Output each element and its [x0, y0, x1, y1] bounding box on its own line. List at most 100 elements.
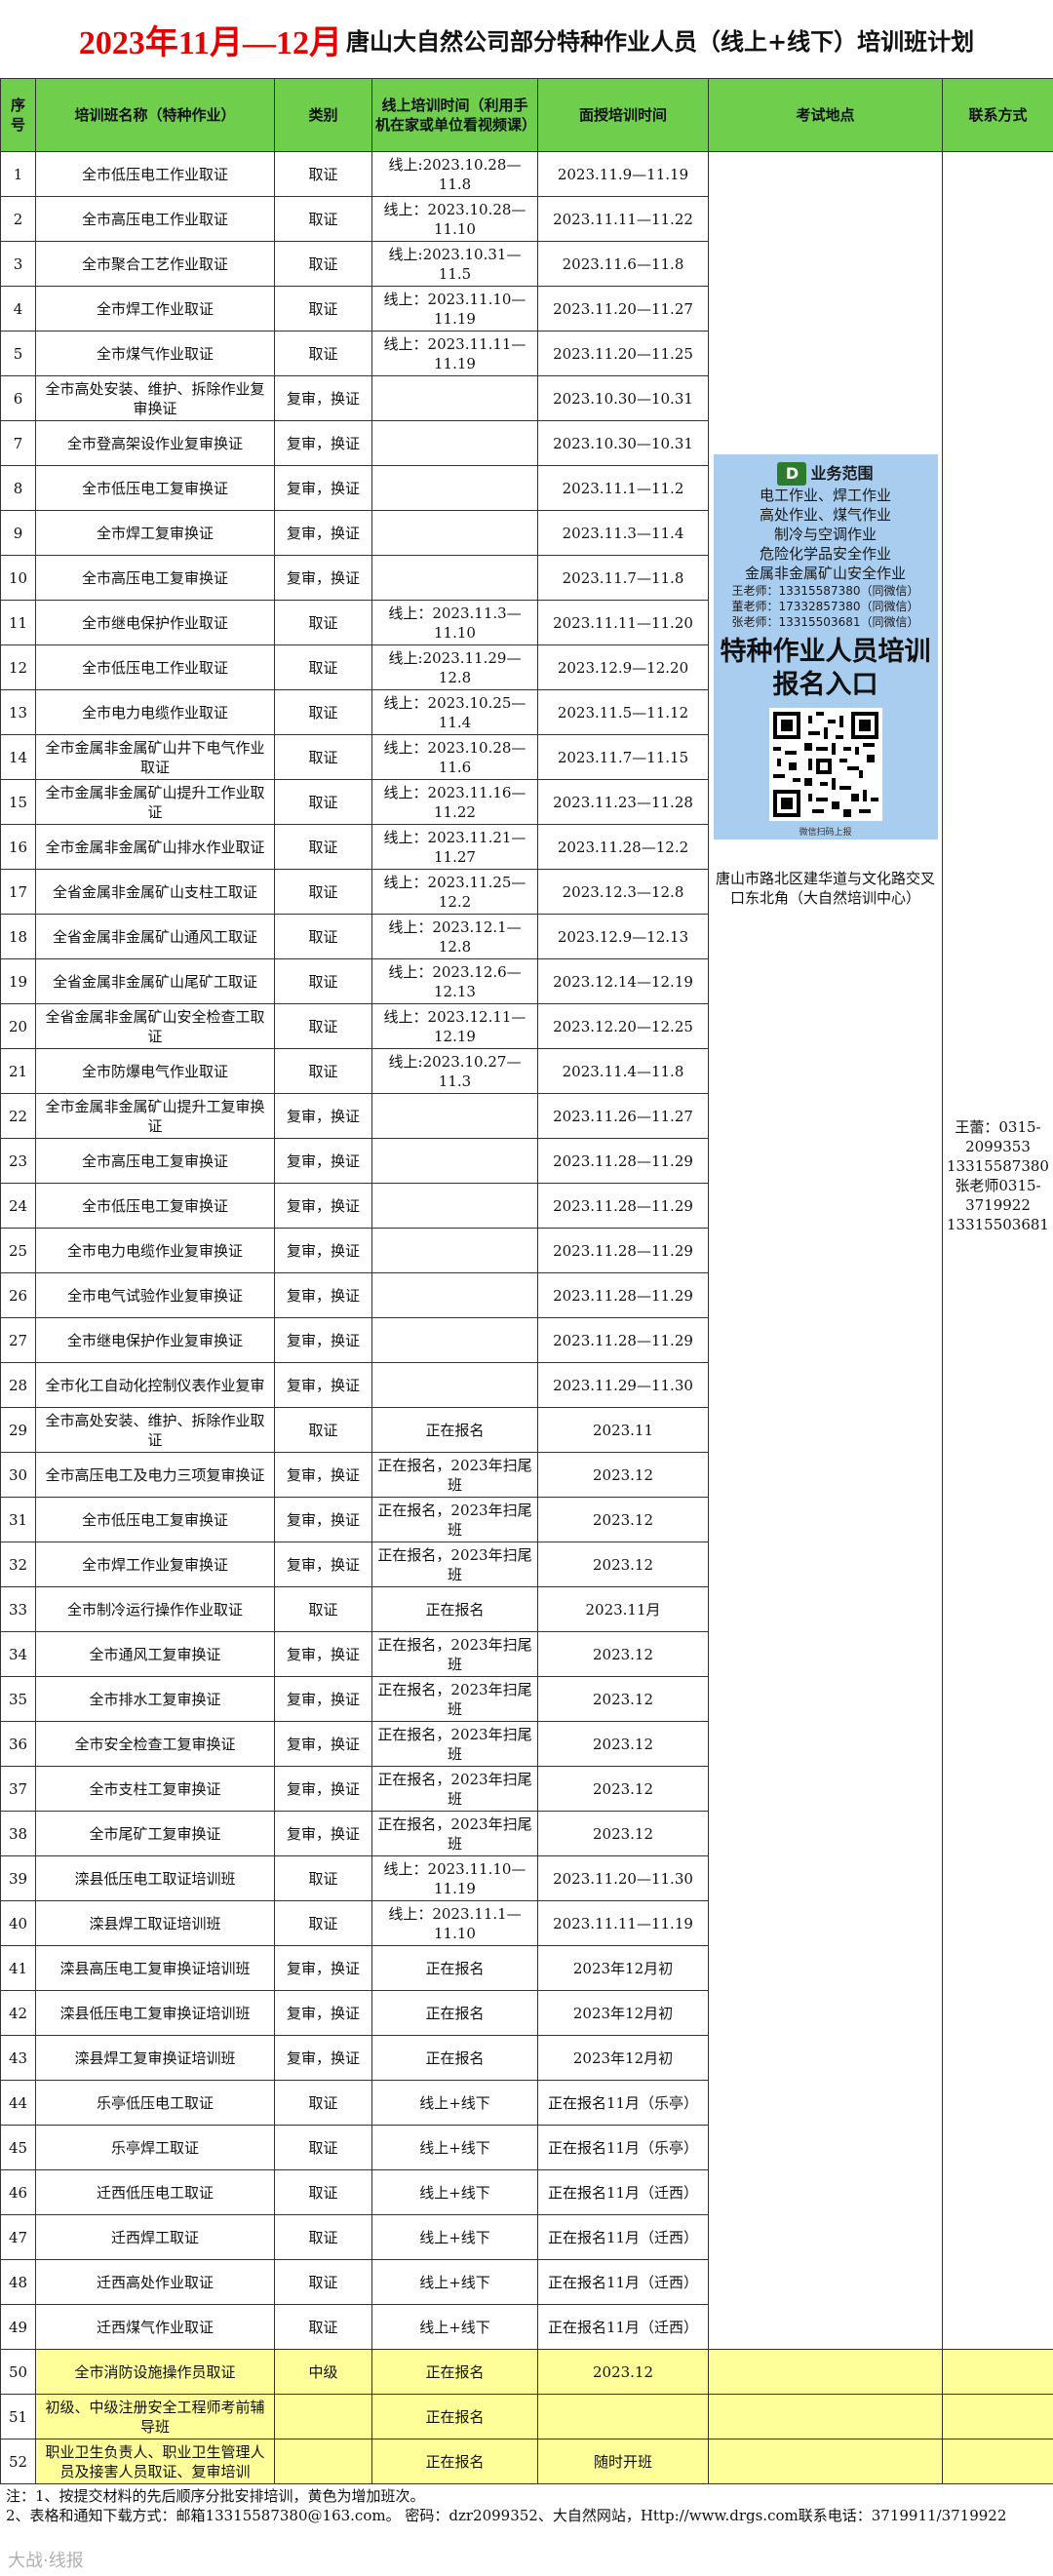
course-name: 全市高压电工及电力三项复审换证 — [35, 1452, 275, 1498]
category: 取证 — [274, 644, 372, 690]
course-name: 全市支柱工复审换证 — [35, 1766, 275, 1812]
category: 复审，换证 — [274, 1138, 372, 1184]
company-logo-icon: D — [777, 462, 807, 486]
table-row: 1 全市低压电工作业取证 取证 线上:2023.10.28—11.8 2023.11.9… — [0, 151, 1053, 2350]
offline-time: 2023.11 — [537, 1407, 709, 1453]
course-name: 全市消防设施操作员取证 — [35, 2349, 275, 2395]
course-name: 全市金属非金属矿山提升工作业取证 — [35, 779, 275, 825]
course-name: 全市继电保护作业复审换证 — [35, 1317, 275, 1363]
offline-time: 2023.12 — [537, 1811, 709, 1856]
title-text: 唐山大自然公司部分特种作业人员（线上+线下）培训班计划 — [346, 26, 975, 56]
empty-cell — [942, 2349, 1053, 2395]
offline-time: 2023.11.11—11.20 — [537, 600, 709, 645]
course-name: 全市通风工复审换证 — [35, 1631, 275, 1677]
category — [274, 2439, 372, 2484]
online-time: 线上+线下 — [371, 2125, 538, 2170]
online-time: 正在报名 — [371, 1586, 538, 1632]
row-number: 12 — [0, 644, 36, 690]
offline-time: 2023.11.29—11.30 — [537, 1362, 709, 1408]
offline-time: 2023.11.20—11.30 — [537, 1855, 709, 1901]
category: 复审，换证 — [274, 1452, 372, 1498]
category — [274, 2394, 372, 2439]
row-number: 32 — [0, 1542, 36, 1587]
course-name: 全市金属非金属矿山提升工复审换证 — [35, 1093, 275, 1139]
header-online: 线上培训时间（利用手机在家或单位看视频课） — [371, 78, 538, 152]
online-time — [371, 1272, 538, 1318]
course-name: 全市煤气作业取证 — [35, 331, 275, 376]
online-time: 线上+线下 — [371, 2169, 538, 2215]
table-body: 1 全市低压电工作业取证 取证 线上:2023.10.28—11.8 2023.11.9… — [0, 151, 1053, 2484]
offline-time: 正在报名11月（迁西） — [537, 2169, 709, 2215]
contact-text: 王蕾：0315-2099353 13315587380 张老师0315-3719… — [947, 1118, 1049, 1233]
row-number: 30 — [0, 1452, 36, 1498]
row-number: 34 — [0, 1631, 36, 1677]
course-name: 全市高压电工复审换证 — [35, 555, 275, 601]
offline-time: 2023.12 — [537, 2349, 709, 2395]
category: 复审，换证 — [274, 1631, 372, 1677]
offline-time: 2023.11.11—11.19 — [537, 1900, 709, 1946]
header-type: 类别 — [274, 78, 372, 152]
row-number: 1 — [0, 151, 36, 197]
qr-code-icon[interactable] — [768, 708, 882, 821]
course-name: 全市低压电工作业取证 — [35, 151, 275, 197]
online-time: 线上+线下 — [371, 2304, 538, 2350]
category: 取证 — [274, 689, 372, 735]
footnote-line: 注：1、按提交材料的先后顺序分批安排培训，黄色为增加班次。 — [6, 2487, 425, 2505]
header-exam: 考试地点 — [708, 78, 943, 152]
offline-time: 正在报名11月（乐亭） — [537, 2080, 709, 2126]
course-name: 全市电力电缆作业取证 — [35, 689, 275, 735]
category: 复审，换证 — [274, 1990, 372, 2036]
row-number: 16 — [0, 824, 36, 870]
course-name: 全市高压电工作业取证 — [35, 196, 275, 242]
row-number: 24 — [0, 1183, 36, 1229]
row-number: 11 — [0, 600, 36, 645]
row-number: 33 — [0, 1586, 36, 1632]
row-number: 49 — [0, 2304, 36, 2350]
row-number: 42 — [0, 1990, 36, 2036]
offline-time: 2023年12月初 — [537, 2035, 709, 2081]
row-number: 7 — [0, 420, 36, 466]
online-time — [371, 1317, 538, 1363]
row-number: 37 — [0, 1766, 36, 1812]
offline-time: 2023.12 — [537, 1721, 709, 1767]
table-header-row: 序号 培训班名称（特种作业） 类别 线上培训时间（利用手机在家或单位看视频课） … — [0, 78, 1053, 152]
row-number: 36 — [0, 1721, 36, 1767]
row-number: 4 — [0, 286, 36, 332]
course-name: 全市高压电工复审换证 — [35, 1138, 275, 1184]
online-time: 线上：2023.11.16—11.22 — [371, 779, 538, 825]
online-time: 线上：2023.11.21—11.27 — [371, 824, 538, 870]
course-name: 全市电气试验作业复审换证 — [35, 1272, 275, 1318]
online-time — [371, 1093, 538, 1139]
offline-time: 正在报名11月（迁西） — [537, 2304, 709, 2350]
title-date-range: 2023年11月—12月 — [78, 24, 342, 61]
online-time — [371, 420, 538, 466]
category: 复审，换证 — [274, 1362, 372, 1408]
course-name: 滦县焊工取证培训班 — [35, 1900, 275, 1946]
row-number: 23 — [0, 1138, 36, 1184]
header-no: 序号 — [0, 78, 36, 152]
course-name: 全市金属非金属矿山井下电气作业取证 — [35, 734, 275, 780]
row-number: 31 — [0, 1497, 36, 1542]
online-time: 正在报名 — [371, 2394, 538, 2439]
row-number: 44 — [0, 2080, 36, 2126]
category: 复审，换证 — [274, 1317, 372, 1363]
course-name: 职业卫生负责人、职业卫生管理人员及接害人员取证、复审培训 — [35, 2439, 275, 2484]
category: 取证 — [274, 600, 372, 645]
contact-cell: 王蕾：0315-2099353 13315587380 张老师0315-3719… — [942, 151, 1053, 2350]
row-number: 46 — [0, 2169, 36, 2215]
row-number: 50 — [0, 2349, 36, 2395]
registration-qr-panel[interactable]: D 业务范围 电工作业、焊工作业 高处作业、煤气作业 制冷与空调作业 危险化学品安… — [713, 454, 938, 839]
footnote-line: 2、表格和通知下载方式：邮箱13315587380@163.com。 密码：dz… — [6, 2507, 1007, 2524]
online-time: 正在报名，2023年扫尾班 — [371, 1631, 538, 1677]
qr-line: 电工作业、焊工作业 — [759, 487, 891, 504]
category: 取证 — [274, 2169, 372, 2215]
row-number: 21 — [0, 1048, 36, 1094]
course-name: 滦县高压电工复审换证培训班 — [35, 1945, 275, 1991]
category: 取证 — [274, 824, 372, 870]
online-time: 正在报名 — [371, 1945, 538, 1991]
online-time: 线上：2023.12.6—12.13 — [371, 958, 538, 1004]
category: 取证 — [274, 1003, 372, 1049]
row-number: 52 — [0, 2439, 36, 2484]
offline-time: 正在报名11月（迁西） — [537, 2214, 709, 2260]
course-name: 全市登高架设作业复审换证 — [35, 420, 275, 466]
